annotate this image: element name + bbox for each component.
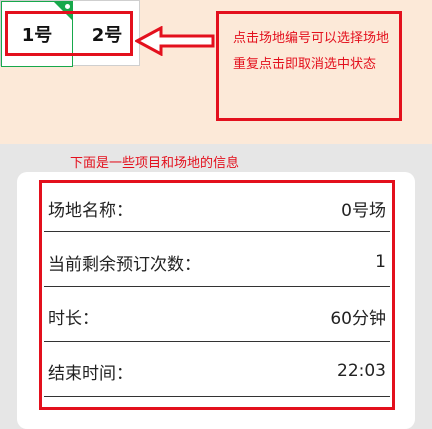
annotation-note-box: 点击场地编号可以选择场地重复点击即取消选中状态	[216, 11, 402, 121]
left-arrow-icon	[135, 26, 215, 56]
selected-dot-icon	[65, 4, 70, 9]
annotation-note: 点击场地编号可以选择场地重复点击即取消选中状态	[233, 31, 390, 72]
highlight-box-info	[39, 180, 395, 410]
highlight-box-courts	[5, 11, 133, 56]
info-caption: 下面是一些项目和场地的信息	[70, 156, 240, 171]
